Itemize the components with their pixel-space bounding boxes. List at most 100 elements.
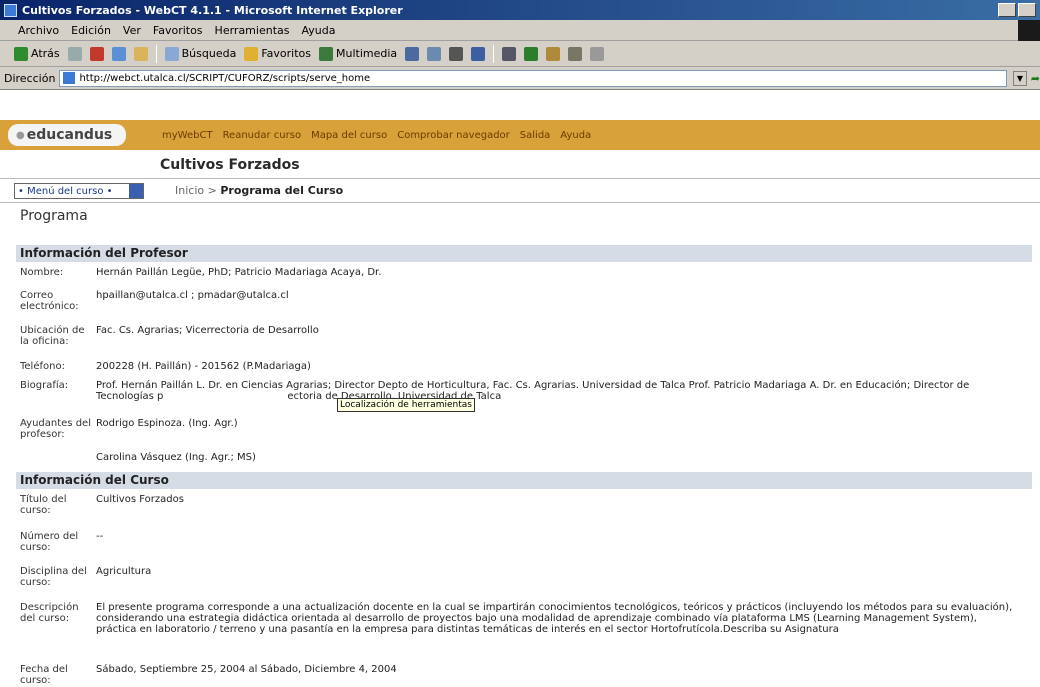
back-arrow-icon xyxy=(14,46,28,61)
stop-button[interactable] xyxy=(89,46,104,61)
logo-text: educandus xyxy=(26,127,113,143)
label-numero: Número del curso: xyxy=(20,531,79,553)
row-telefono: Teléfono: 200228 (H. Paillán) - 201562 (… xyxy=(20,361,1030,372)
value-disciplina: Agricultura xyxy=(96,566,152,577)
row-numero: Número del curso: -- xyxy=(20,531,1030,553)
tooltip: Localización de herramientas xyxy=(337,398,475,412)
breadcrumb-home[interactable]: Inicio xyxy=(175,184,204,197)
print-button[interactable] xyxy=(449,46,464,61)
breadcrumb: Inicio > Programa del Curso xyxy=(175,184,343,197)
course-menu-select[interactable]: • Menú del curso • xyxy=(14,183,144,199)
home-button[interactable] xyxy=(133,46,148,61)
value-ubicacion: Fac. Cs. Agrarias; Vicerrectoria de Desa… xyxy=(96,325,319,336)
value-nombre: Hernán Paillán Legüe, PhD; Patricio Mada… xyxy=(96,267,382,278)
nav-mywebct[interactable]: myWebCT xyxy=(162,130,213,141)
nav-ayuda[interactable]: Ayuda xyxy=(560,130,591,141)
chevron-down-icon xyxy=(129,184,143,198)
row-fecha: Fecha del curso: Sábado, Septiembre 25, … xyxy=(20,664,1030,686)
mail-button[interactable] xyxy=(427,46,442,61)
address-input[interactable]: http://webct.utalca.cl/SCRIPT/CUFORZ/scr… xyxy=(59,69,1008,87)
favorites-label: Favoritos xyxy=(261,47,311,60)
value-descripcion: El presente programa corresponde a una a… xyxy=(96,602,1013,635)
toolbar-separator xyxy=(155,44,157,63)
home-icon xyxy=(133,46,148,61)
tools-button[interactable] xyxy=(568,46,583,61)
row-disciplina: Disciplina del curso: Agricultura xyxy=(20,566,1030,588)
value-biografia: Prof. Hernán Paillán L. Dr. en Ciencias … xyxy=(96,380,973,402)
search-button[interactable]: Búsqueda xyxy=(164,46,236,61)
address-url: http://webct.utalca.cl/SCRIPT/CUFORZ/scr… xyxy=(79,72,371,84)
educandus-logo[interactable]: ● educandus xyxy=(8,124,126,146)
nav-reanudar-curso[interactable]: Reanudar curso xyxy=(223,130,302,141)
logo-dot-icon: ● xyxy=(16,129,25,141)
go-arrow-icon[interactable]: ➦ xyxy=(1031,72,1040,85)
value-fecha: Sábado, Septiembre 25, 2004 al Sábado, D… xyxy=(96,664,397,675)
label-disciplina: Disciplina del curso: xyxy=(20,566,87,588)
scissors-button[interactable] xyxy=(590,46,605,61)
scissors-icon xyxy=(590,46,605,61)
menu-edicion[interactable]: Edición xyxy=(71,24,111,37)
nav-comprobar-navegador[interactable]: Comprobar navegador xyxy=(397,130,510,141)
research-icon xyxy=(546,46,561,61)
research-button[interactable] xyxy=(546,46,561,61)
row-ayudante-2: Carolina Vásquez (Ing. Agr.; MS) xyxy=(20,452,1030,463)
favorites-button[interactable]: Favoritos xyxy=(244,46,311,61)
row-nombre: Nombre: Hernán Paillán Legüe, PhD; Patri… xyxy=(20,267,1030,278)
back-button[interactable]: Atrás xyxy=(14,46,60,61)
page-title: Programa xyxy=(20,208,88,224)
messenger-icon xyxy=(524,46,539,61)
course-menu-label: • Menú del curso • xyxy=(18,185,113,197)
mail-icon xyxy=(427,46,442,61)
menu-herramientas[interactable]: Herramientas xyxy=(215,24,290,37)
top-nav: myWebCT Reanudar curso Mapa del curso Co… xyxy=(162,130,591,141)
section-header-profesor: Información del Profesor xyxy=(16,245,1032,262)
maximize-button[interactable] xyxy=(1018,3,1036,17)
refresh-button[interactable] xyxy=(111,46,126,61)
menu-ver[interactable]: Ver xyxy=(123,24,141,37)
toolbar-separator xyxy=(493,44,495,63)
label-biografia: Biografía: xyxy=(20,380,69,391)
label-fecha: Fecha del curso: xyxy=(20,664,68,686)
breadcrumb-separator: > xyxy=(207,184,217,197)
minimize-button[interactable] xyxy=(998,3,1016,17)
back-label: Atrás xyxy=(31,47,60,60)
toolbar: Atrás Búsqueda Favoritos Multimedia xyxy=(0,41,1040,67)
nav-mapa-del-curso[interactable]: Mapa del curso xyxy=(311,130,387,141)
label-nombre: Nombre: xyxy=(20,267,64,278)
discuss-button[interactable] xyxy=(502,46,517,61)
label-ubicacion: Ubicación de la oficina: xyxy=(20,325,85,347)
section-header-curso: Información del Curso xyxy=(16,472,1032,489)
menu-ayuda[interactable]: Ayuda xyxy=(301,24,335,37)
ie-logo-icon xyxy=(1018,20,1040,41)
row-ayudantes: Ayudantes del profesor: Rodrigo Espinoza… xyxy=(20,418,1030,440)
value-correo: hpaillan@utalca.cl ; pmadar@utalca.cl xyxy=(96,290,289,301)
stop-icon xyxy=(89,46,104,61)
value-titulo: Cultivos Forzados xyxy=(96,494,184,505)
edit-icon xyxy=(471,46,486,61)
window-title: Cultivos Forzados - WebCT 4.1.1 - Micros… xyxy=(22,3,403,17)
divider xyxy=(0,178,1040,179)
label-ayudantes: Ayudantes del profesor: xyxy=(20,418,91,440)
label-titulo: Título del curso: xyxy=(20,494,67,516)
forward-arrow-icon xyxy=(67,46,82,61)
label-descripcion: Descripción del curso: xyxy=(20,602,79,624)
label-correo: Correo electrónico: xyxy=(20,290,79,312)
messenger-button[interactable] xyxy=(524,46,539,61)
nav-salida[interactable]: Salida xyxy=(520,130,551,141)
menu-favoritos[interactable]: Favoritos xyxy=(153,24,203,37)
edit-button[interactable] xyxy=(471,46,486,61)
breadcrumb-current: Programa del Curso xyxy=(220,184,344,197)
address-dropdown-button[interactable]: ▼ xyxy=(1013,70,1027,86)
search-icon xyxy=(164,46,179,61)
multimedia-button[interactable]: Multimedia xyxy=(319,46,397,61)
row-ubicacion: Ubicación de la oficina: Fac. Cs. Agrari… xyxy=(20,325,1030,347)
multimedia-icon xyxy=(319,46,333,61)
value-ayudante-2: Carolina Vásquez (Ing. Agr.; MS) xyxy=(96,452,256,463)
menu-bar: Archivo Edición Ver Favoritos Herramient… xyxy=(0,20,1040,41)
menu-archivo[interactable]: Archivo xyxy=(18,24,59,37)
course-title: Cultivos Forzados xyxy=(160,157,300,173)
history-icon xyxy=(405,46,420,61)
history-button[interactable] xyxy=(405,46,420,61)
row-descripcion: Descripción del curso: El presente progr… xyxy=(20,602,1030,635)
forward-button[interactable] xyxy=(67,46,82,61)
